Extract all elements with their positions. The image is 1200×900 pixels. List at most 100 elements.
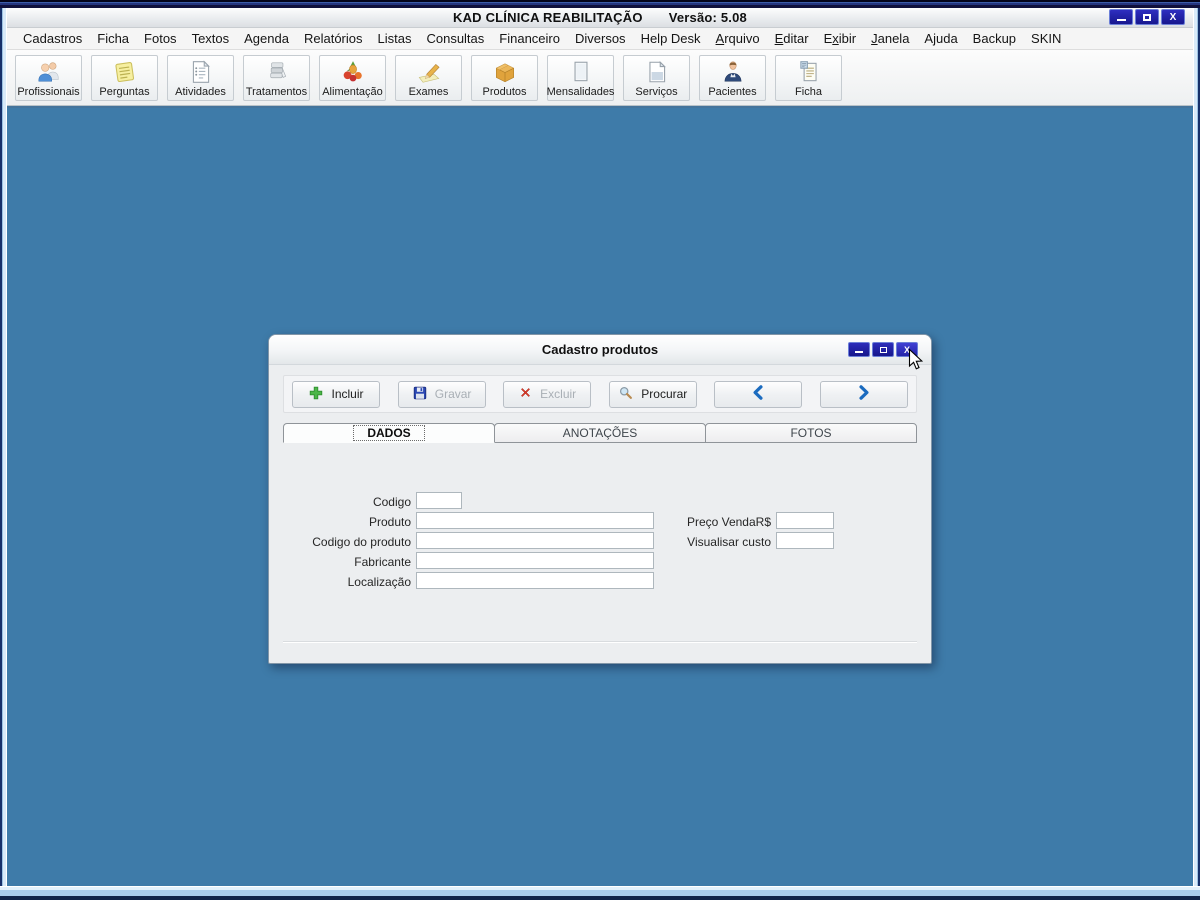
window-frame-right bbox=[1193, 8, 1200, 886]
toolbar-label: Perguntas bbox=[99, 85, 150, 98]
tab-label: ANOTAÇÕES bbox=[562, 426, 638, 440]
fabricante-input[interactable] bbox=[416, 552, 654, 569]
next-record-button[interactable] bbox=[819, 380, 908, 408]
excluir-button[interactable]: Excluir bbox=[503, 380, 592, 408]
questions-note-icon bbox=[112, 59, 138, 86]
activities-document-icon bbox=[188, 59, 214, 86]
window-frame-left bbox=[0, 8, 7, 886]
toolbar-button-mensalidades[interactable]: Mensalidades bbox=[546, 54, 615, 101]
mouse-cursor bbox=[908, 348, 924, 370]
services-document-icon bbox=[644, 59, 670, 86]
dialog-minimize-button[interactable] bbox=[848, 342, 870, 357]
close-button[interactable]: X bbox=[1161, 9, 1185, 25]
menu-backup[interactable]: Backup bbox=[967, 29, 1022, 48]
fabricante-label: Fabricante bbox=[354, 555, 411, 569]
menu-exibir[interactable]: Exibir bbox=[818, 29, 863, 48]
patients-person-icon bbox=[720, 59, 746, 86]
chevron-right-icon bbox=[855, 384, 872, 404]
toolbar-button-profissionais[interactable]: Profissionais bbox=[15, 54, 82, 101]
tab-anotacoes[interactable]: ANOTAÇÕES bbox=[494, 423, 706, 443]
toolbar-label: Atividades bbox=[175, 85, 226, 98]
toolbar-button-produtos[interactable]: Produtos bbox=[471, 54, 538, 101]
toolbar-button-perguntas[interactable]: Perguntas bbox=[91, 54, 158, 101]
tab-fotos[interactable]: FOTOS bbox=[705, 423, 917, 443]
toolbar-label: Serviços bbox=[635, 85, 678, 98]
menu-financeiro[interactable]: Financeiro bbox=[493, 29, 566, 48]
codigo-do-produto-input[interactable] bbox=[416, 532, 654, 549]
menu-listas[interactable]: Listas bbox=[372, 29, 418, 48]
main-toolbar: Profissionais Perguntas Atividades Trata… bbox=[7, 50, 1193, 106]
menu-help-desk[interactable]: Help Desk bbox=[635, 29, 707, 48]
toolbar-label: Tratamentos bbox=[245, 85, 308, 98]
toolbar-label: Ficha bbox=[795, 85, 822, 98]
visualisar-custo-label: Visualisar custo bbox=[687, 535, 771, 549]
app-version: Versão: 5.08 bbox=[668, 10, 747, 25]
menu-janela[interactable]: Janela bbox=[865, 29, 915, 48]
toolbar-button-atividades[interactable]: Atividades bbox=[167, 54, 234, 101]
button-label: Incluir bbox=[331, 387, 364, 401]
visualisar-custo-input[interactable] bbox=[776, 532, 834, 549]
maximize-button[interactable] bbox=[1135, 9, 1159, 25]
window-frame-bottom bbox=[0, 886, 1200, 900]
toolbar-label: Alimentação bbox=[322, 85, 383, 98]
toolbar-button-tratamentos[interactable]: Tratamentos bbox=[243, 54, 310, 101]
food-fruits-icon bbox=[340, 59, 366, 86]
preco-venda-input[interactable] bbox=[776, 512, 834, 529]
menu-textos[interactable]: Textos bbox=[186, 29, 236, 48]
cadastro-produtos-dialog: Cadastro produtos X Incluir Gravar Exclu… bbox=[268, 334, 932, 664]
toolbar-button-exames[interactable]: Exames bbox=[395, 54, 462, 101]
menu-arquivo[interactable]: Arquivo bbox=[710, 29, 766, 48]
button-label: Procurar bbox=[641, 387, 688, 401]
window-controls: X bbox=[1109, 9, 1185, 25]
menu-fotos[interactable]: Fotos bbox=[138, 29, 183, 48]
app-title: KAD CLÍNICA REABILITAÇÃO bbox=[453, 10, 643, 25]
menu-agenda[interactable]: Agenda bbox=[238, 29, 295, 48]
toolbar-button-pacientes[interactable]: Pacientes bbox=[699, 54, 766, 101]
menu-ficha[interactable]: Ficha bbox=[91, 29, 135, 48]
main-titlebar: KAD CLÍNICA REABILITAÇÃO Versão: 5.08 X bbox=[7, 8, 1193, 28]
menu-consultas[interactable]: Consultas bbox=[420, 29, 490, 48]
localizacao-label: Localização bbox=[347, 575, 411, 589]
toolbar-button-ficha[interactable]: Ficha bbox=[775, 54, 842, 101]
dialog-toolbar: Incluir Gravar Excluir Procurar bbox=[283, 375, 917, 413]
toolbar-label: Mensalidades bbox=[546, 85, 615, 98]
menu-cadastros[interactable]: Cadastros bbox=[17, 29, 88, 48]
menu-ajuda[interactable]: Ajuda bbox=[918, 29, 963, 48]
exams-pencil-icon bbox=[416, 59, 442, 86]
dialog-titlebar: Cadastro produtos X bbox=[269, 335, 931, 365]
record-file-icon bbox=[796, 59, 822, 86]
treatments-stack-icon bbox=[264, 59, 290, 86]
toolbar-button-alimentacao[interactable]: Alimentação bbox=[319, 54, 386, 101]
localizacao-input[interactable] bbox=[416, 572, 654, 589]
dialog-title: Cadastro produtos bbox=[541, 342, 659, 357]
close-icon: X bbox=[1169, 11, 1177, 23]
menu-relatorios[interactable]: Relatórios bbox=[298, 29, 369, 48]
minimize-button[interactable] bbox=[1109, 9, 1133, 25]
button-label: Gravar bbox=[434, 387, 472, 401]
menu-editar[interactable]: Editar bbox=[769, 29, 815, 48]
minimize-icon bbox=[1116, 19, 1126, 21]
produto-input[interactable] bbox=[416, 512, 654, 529]
procurar-button[interactable]: Procurar bbox=[608, 380, 697, 408]
previous-record-button[interactable] bbox=[714, 380, 803, 408]
delete-x-icon bbox=[518, 385, 533, 403]
codigo-label: Codigo bbox=[372, 495, 411, 509]
products-box-icon bbox=[492, 59, 518, 86]
toolbar-label: Profissionais bbox=[17, 85, 80, 98]
save-floppy-icon bbox=[412, 385, 428, 404]
maximize-icon bbox=[879, 346, 887, 353]
button-label: Excluir bbox=[540, 387, 577, 401]
codigo-do-produto-label: Codigo do produto bbox=[312, 535, 411, 549]
dialog-maximize-button[interactable] bbox=[872, 342, 894, 357]
dialog-tabs: DADOS ANOTAÇÕES FOTOS bbox=[283, 423, 917, 443]
toolbar-button-servicos[interactable]: Serviços bbox=[623, 54, 690, 101]
menu-diversos[interactable]: Diversos bbox=[569, 29, 632, 48]
application-window: KAD CLÍNICA REABILITAÇÃO Versão: 5.08 X … bbox=[0, 0, 1200, 900]
gravar-button[interactable]: Gravar bbox=[397, 380, 486, 408]
menu-skin[interactable]: SKIN bbox=[1025, 29, 1067, 48]
tab-dados[interactable]: DADOS bbox=[283, 423, 495, 443]
toolbar-label: Produtos bbox=[482, 85, 527, 98]
incluir-button[interactable]: Incluir bbox=[292, 380, 380, 408]
maximize-icon bbox=[1143, 13, 1151, 21]
codigo-input[interactable] bbox=[416, 492, 462, 509]
